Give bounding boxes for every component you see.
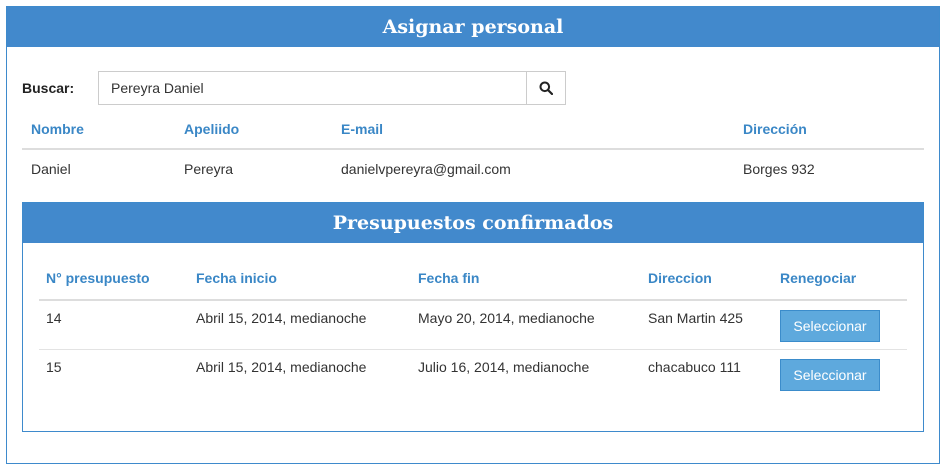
table-row: 15 Abril 15, 2014, medianoche Julio 16, …	[39, 350, 907, 398]
cell-fecha-fin: Julio 16, 2014, medianoche	[418, 359, 590, 375]
cell-numero: 15	[46, 359, 62, 375]
assign-staff-panel: Asignar personal Buscar: Nombre Apeliido…	[6, 6, 940, 464]
cell-nombre: Daniel	[31, 161, 71, 177]
search-input[interactable]	[98, 71, 527, 105]
cell-numero: 14	[46, 310, 62, 326]
budgets-table: N° presupuesto Fecha inicio Fecha fin Di…	[39, 258, 907, 398]
column-header-renegociar: Renegociar	[780, 270, 857, 286]
cell-direccion: Borges 932	[743, 161, 815, 177]
search-icon	[539, 81, 553, 95]
table-row: Daniel Pereyra danielvpereyra@gmail.com …	[22, 150, 924, 188]
people-table-header: Nombre Apeliido E-mail Dirección	[22, 110, 924, 150]
confirmed-budgets-title: Presupuestos confirmados	[23, 203, 923, 243]
budgets-table-header: N° presupuesto Fecha inicio Fecha fin Di…	[39, 258, 907, 301]
column-header-numero: N° presupuesto	[46, 270, 150, 286]
column-header-nombre: Nombre	[31, 121, 84, 137]
column-header-fecha-fin: Fecha fin	[418, 270, 480, 286]
column-header-email: E-mail	[341, 121, 384, 137]
column-header-apellido: Apeliido	[184, 121, 240, 137]
column-header-direccion: Dirección	[743, 121, 807, 137]
select-button[interactable]: Seleccionar	[780, 310, 880, 342]
select-button[interactable]: Seleccionar	[780, 359, 880, 391]
cell-fecha-fin: Mayo 20, 2014, medianoche	[418, 310, 595, 326]
cell-direccion: San Martin 425	[648, 310, 743, 326]
cell-fecha-inicio: Abril 15, 2014, medianoche	[196, 359, 367, 375]
people-table: Nombre Apeliido E-mail Dirección Daniel …	[22, 110, 924, 188]
search-button[interactable]	[526, 71, 566, 105]
cell-fecha-inicio: Abril 15, 2014, medianoche	[196, 310, 367, 326]
cell-direccion: chacabuco 111	[648, 359, 741, 375]
confirmed-budgets-panel: Presupuestos confirmados N° presupuesto …	[22, 202, 924, 432]
panel-title: Asignar personal	[7, 7, 939, 47]
search-label: Buscar:	[22, 80, 75, 96]
table-row: 14 Abril 15, 2014, medianoche Mayo 20, 2…	[39, 301, 907, 350]
column-header-fecha-inicio: Fecha inicio	[196, 270, 277, 286]
column-header-direccion: Direccion	[648, 270, 712, 286]
cell-apellido: Pereyra	[184, 161, 234, 177]
cell-email: danielvpereyra@gmail.com	[341, 161, 511, 177]
